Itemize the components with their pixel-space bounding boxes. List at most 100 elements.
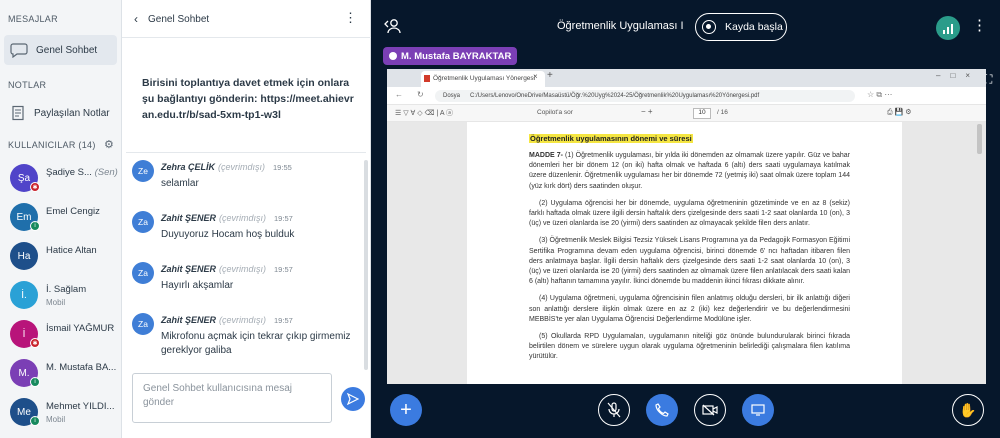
mute-button[interactable] <box>598 394 630 426</box>
chat-bubble-icon <box>10 43 28 58</box>
document-paragraph: (3) Öğretmenlik Meslek Bilgisi Tezsiz Yü… <box>529 237 850 286</box>
message-text: Duyuyoruz Hocam hoş bulduk <box>161 229 295 240</box>
message-header: Zahit ŞENER (çevrimdışı) 19:57 <box>161 213 293 223</box>
gear-icon[interactable]: ⚙ <box>104 138 114 151</box>
user-name: Emel Cengiz <box>46 206 100 217</box>
user-device: Mobil <box>46 298 66 307</box>
url-text: C:/Users/Lenovo/OneDrive/Masaüstü/Öğr.%2… <box>470 93 760 99</box>
presenter-badge: M. Mustafa BAYRAKTAR <box>383 47 518 65</box>
chat-scrollbar[interactable] <box>364 160 368 370</box>
user-list-item[interactable]: Şa ✱ Şadiye S... (Sen) <box>0 160 122 196</box>
page-number-input[interactable]: 10 <box>693 108 711 119</box>
plus-icon: + <box>400 398 412 421</box>
presenter-name: M. Mustafa BAYRAKTAR <box>401 50 512 62</box>
browser-tab-bar: Öğretmenlik Uygulaması Yönergesi × + –□× <box>387 69 986 87</box>
copilot-label[interactable]: Copilot'a sor <box>537 109 573 116</box>
send-icon <box>347 393 359 405</box>
connection-status-icon[interactable] <box>936 16 960 40</box>
user-list-item[interactable]: M. i M. Mustafa BA... <box>0 355 122 391</box>
screenshare-button[interactable] <box>742 394 774 426</box>
document-paragraph: (2) Uygulama öğrencisi her bir dönemde, … <box>529 199 850 228</box>
status-badge: i <box>30 416 40 426</box>
pdf-viewer-bg: Öğretmenlik uygulamasının dönemi ve süre… <box>387 122 986 384</box>
user-list-item[interactable]: Me i Mehmet YILDI... Mobil <box>0 394 122 430</box>
user-list-toggle-icon[interactable] <box>384 18 402 39</box>
file-label: Dosya <box>443 93 461 99</box>
close-tab-icon[interactable]: × <box>533 72 538 81</box>
window-controls[interactable]: –□× <box>936 71 980 80</box>
back-icon[interactable]: ← <box>395 90 403 99</box>
browser-toolbar-icons[interactable]: ☆ ⧉ ⋯ <box>867 90 892 100</box>
messages-section-label: MESAJLAR <box>8 14 58 24</box>
self-label: (Sen) <box>94 167 118 178</box>
tab-title: Öğretmenlik Uygulaması Yönergesi <box>433 75 536 82</box>
message-header: Zehra ÇELİK (çevrimdışı) 19:55 <box>161 162 292 172</box>
public-chat-label: Genel Sohbet <box>36 44 98 56</box>
message-text: Hayırlı akşamlar <box>161 280 234 291</box>
avatar: Ze <box>132 160 154 182</box>
user-list-item[interactable]: Em i Emel Cengiz <box>0 199 122 235</box>
message-header: Zahit ŞENER (çevrimdışı) 19:57 <box>161 264 293 274</box>
microphone-off-icon <box>607 402 621 418</box>
user-name: Hatice Altan <box>46 245 97 256</box>
chat-title: Genel Sohbet <box>148 14 210 25</box>
status-badge: ✱ <box>30 182 40 192</box>
screen-share-icon <box>751 404 765 416</box>
audio-button[interactable] <box>646 394 678 426</box>
user-device: Mobil <box>46 415 66 424</box>
pdf-actions-icons[interactable]: ⎙ 💾 ⚙ <box>887 108 911 117</box>
actions-button[interactable]: + <box>390 394 422 426</box>
message-time: 19:57 <box>274 316 293 325</box>
more-options-icon[interactable]: ⋮ <box>972 16 987 34</box>
chat-header: ‹ Genel Sohbet ⋮ <box>122 0 371 38</box>
shared-screen: Öğretmenlik Uygulaması Yönergesi × + –□×… <box>387 69 986 384</box>
presenter-icon <box>389 52 397 60</box>
avatar: Ha <box>10 242 38 270</box>
more-options-icon[interactable]: ⋮ <box>344 10 357 26</box>
avatar: Za <box>132 262 154 284</box>
raise-hand-button[interactable]: ✋ <box>952 394 984 426</box>
record-icon <box>702 20 716 34</box>
sender-name: Zahit ŞENER <box>161 315 217 325</box>
users-section-label: KULLANICILAR (14) <box>8 140 96 150</box>
sender-status: (çevrimdışı) <box>219 213 267 223</box>
notes-section-label: NOTLAR <box>8 80 47 90</box>
refresh-icon[interactable]: ↻ <box>417 90 424 99</box>
record-button[interactable]: Kayda başla <box>695 13 787 41</box>
sender-name: Zehra ÇELİK <box>161 162 216 172</box>
send-button[interactable] <box>341 387 365 411</box>
document-paragraph: (5) Okullarda RPD Uygulamaları, uygulama… <box>529 333 850 361</box>
sender-status: (çevrimdışı) <box>218 162 266 172</box>
zoom-controls[interactable]: − + <box>641 107 653 116</box>
message-time: 19:57 <box>274 265 293 274</box>
user-name: Mehmet YILDI... <box>46 401 115 412</box>
user-list-item[interactable]: Ha Hatice Altan <box>0 238 122 274</box>
pdf-scrollbar[interactable] <box>977 124 982 154</box>
sender-name: Zahit ŞENER <box>161 213 217 223</box>
user-name: Şadiye S... (Sen) <box>46 167 118 178</box>
address-bar[interactable]: Dosya C:/Users/Lenovo/OneDrive/Masaüstü/Ö… <box>435 90 855 102</box>
camera-button[interactable] <box>694 394 726 426</box>
sender-name: Zahit ŞENER <box>161 264 217 274</box>
user-list-item[interactable]: İ. İ. Sağlam Mobil <box>0 277 122 313</box>
record-label: Kayda başla <box>725 21 783 33</box>
section-heading: Öğretmenlik uygulamasının dönemi ve süre… <box>529 134 693 143</box>
shared-notes-label: Paylaşılan Notlar <box>34 107 110 119</box>
back-chevron-icon[interactable]: ‹ <box>134 12 138 26</box>
phone-icon <box>655 403 669 417</box>
user-list-item[interactable]: İ ✱ İsmail YAĞMUR <box>0 316 122 352</box>
user-name: İ. Sağlam <box>46 284 87 295</box>
avatar: Za <box>132 211 154 233</box>
message-input[interactable]: Genel Sohbet kullanıcısına mesaj gönder <box>132 373 332 423</box>
browser-tab[interactable]: Öğretmenlik Uygulaması Yönergesi <box>421 71 545 87</box>
user-name: M. Mustafa BA... <box>46 362 117 373</box>
message-time: 19:55 <box>273 163 292 172</box>
public-chat-item[interactable]: Genel Sohbet <box>4 35 117 65</box>
shared-notes-item[interactable]: Paylaşılan Notlar <box>4 100 117 126</box>
pdf-toolbar: ☰ ▽ ∀ ◇ ⌫ | A ⓐ Copilot'a sor − + 10 / 1… <box>387 105 986 122</box>
pdf-tools-icons[interactable]: ☰ ▽ ∀ ◇ ⌫ | A ⓐ <box>395 108 453 118</box>
new-tab-icon[interactable]: + <box>547 70 553 81</box>
message-time: 19:57 <box>274 214 293 223</box>
document-paragraph: (4) Uygulama öğretmeni, uygulama öğrenci… <box>529 295 850 323</box>
welcome-message: Birisini toplantıya davet etmek için onl… <box>142 77 354 121</box>
